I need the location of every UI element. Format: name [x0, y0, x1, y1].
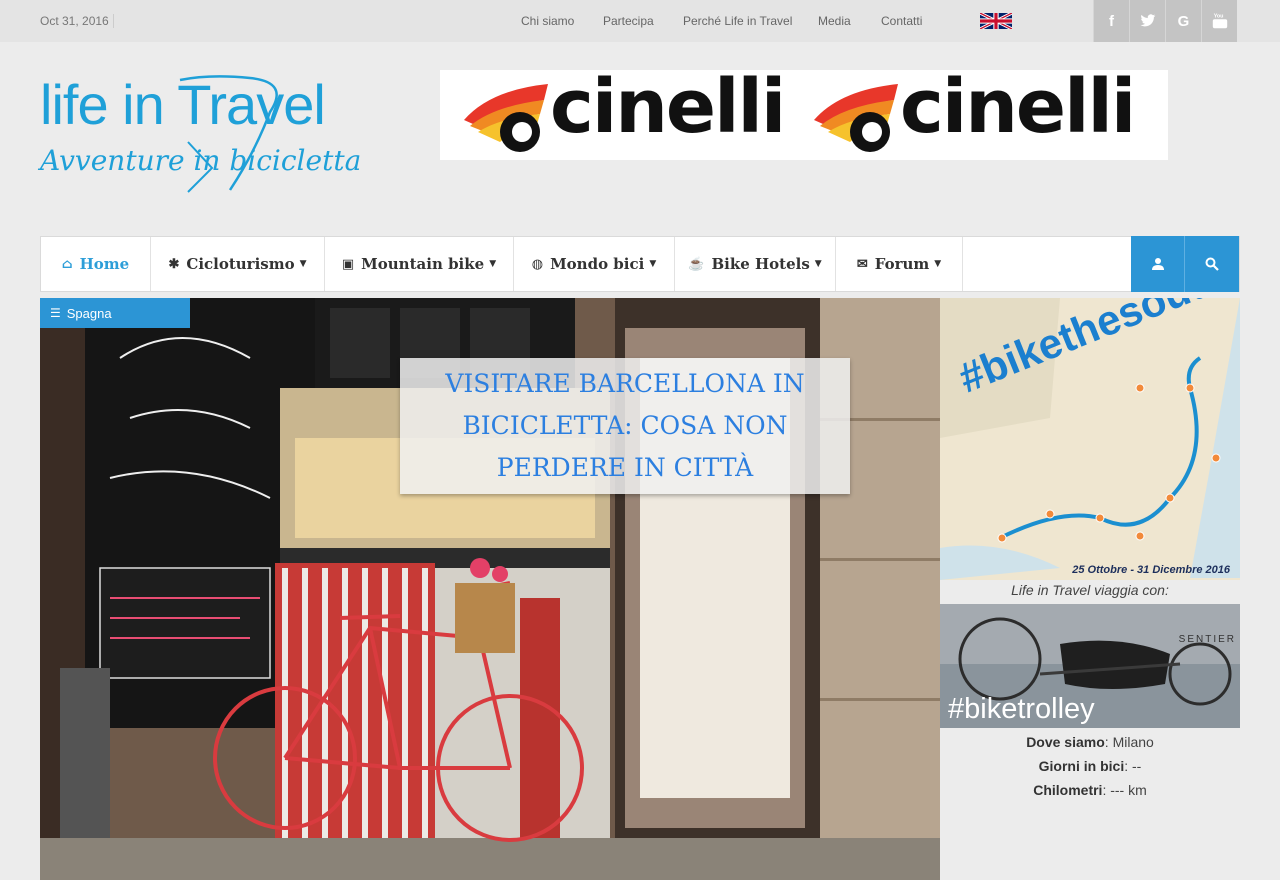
- twitter-icon[interactable]: [1129, 0, 1165, 42]
- user-icon: [1151, 258, 1164, 270]
- nav-label: Mondo bici: [550, 255, 645, 273]
- caret-down-icon: ▼: [299, 259, 307, 269]
- biketrolley-banner[interactable]: SENTIER #biketrolley: [940, 604, 1240, 728]
- cinelli-wing-icon: [814, 84, 898, 152]
- cinelli-logo-1: cinelli: [460, 70, 800, 160]
- nav-item-cicloturismo[interactable]: ✱ Cicloturismo ▼: [151, 237, 325, 291]
- svg-text:You: You: [1213, 13, 1223, 19]
- cinelli-logo-2: cinelli: [810, 70, 1150, 160]
- youtube-icon[interactable]: You: [1201, 0, 1237, 42]
- stat-label: Chilometri: [1033, 782, 1103, 798]
- facebook-icon[interactable]: f: [1093, 0, 1129, 42]
- caret-down-icon: ▼: [814, 259, 822, 269]
- trolley-hashtag: #biketrolley: [948, 693, 1095, 725]
- stat-value: --: [1132, 758, 1142, 774]
- top-link-perche[interactable]: Perché Life in Travel: [683, 14, 792, 28]
- coffee-icon: ☕: [688, 256, 705, 272]
- nav-item-mountain-bike[interactable]: ▣ Mountain bike ▼: [325, 237, 514, 291]
- cinelli-word-1: cinelli: [550, 70, 786, 150]
- nav-label: Home: [79, 255, 130, 273]
- cinelli-banner[interactable]: cinelli cinelli: [440, 70, 1168, 160]
- map-dates: 25 Ottobre - 31 Dicembre 2016: [1072, 564, 1230, 576]
- comments-icon: ✉: [856, 256, 868, 272]
- sidebar: #bikethesouth 25 Ottobre - 31 Dicembre 2…: [940, 298, 1240, 880]
- main-nav: ⌂ Home ✱ Cicloturismo ▼ ▣ Mountain bike …: [40, 236, 1240, 292]
- cinelli-word-2: cinelli: [900, 70, 1136, 150]
- category-badge[interactable]: ☰ Spagna: [40, 298, 190, 328]
- stat-location: Dove siamo: Milano: [1026, 734, 1154, 750]
- home-icon: ⌂: [61, 256, 73, 272]
- globe-icon: ◍: [531, 256, 544, 272]
- category-label: Spagna: [66, 305, 112, 321]
- nav-label: Bike Hotels: [711, 255, 810, 273]
- top-bar: Oct 31, 2016 Chi siamo Partecipa Perché …: [0, 0, 1280, 42]
- trolley-brand: SENTIER: [1178, 634, 1236, 645]
- top-link-media[interactable]: Media: [818, 14, 851, 28]
- hero-title: Visitare Barcellona in bicicletta: cosa …: [445, 369, 805, 482]
- search-icon: [1205, 257, 1219, 271]
- google-icon[interactable]: G: [1165, 0, 1201, 42]
- current-date: Oct 31, 2016: [40, 14, 114, 28]
- caret-down-icon: ▼: [934, 259, 942, 269]
- stat-km: Chilometri: --- km: [1033, 782, 1147, 798]
- cinelli-wing-icon: [464, 84, 548, 152]
- caret-down-icon: ▼: [489, 259, 497, 269]
- nav-item-forum[interactable]: ✉ Forum ▼: [836, 237, 963, 291]
- nav-label: Cicloturismo: [186, 255, 295, 273]
- top-link-contatti[interactable]: Contatti: [881, 14, 922, 28]
- logo-tagline: Avventure in bicicletta: [40, 144, 362, 177]
- stat-value: Milano: [1112, 734, 1154, 750]
- nav-item-home[interactable]: ⌂ Home: [41, 237, 151, 291]
- search-button[interactable]: [1185, 236, 1239, 292]
- uk-flag-icon[interactable]: [980, 13, 1012, 29]
- travel-stats: Dove siamo: Milano Giorni in bici: -- Ch…: [940, 730, 1240, 802]
- top-link-chi-siamo[interactable]: Chi siamo: [521, 14, 574, 28]
- sponsor-caption: Life in Travel viaggia con:: [1011, 582, 1169, 598]
- list-icon: ☰: [50, 306, 61, 320]
- stat-label: Dove siamo: [1026, 734, 1105, 750]
- stat-days: Giorni in bici: --: [1038, 758, 1142, 774]
- top-link-partecipa[interactable]: Partecipa: [603, 14, 654, 28]
- caret-down-icon: ▼: [649, 259, 657, 269]
- stat-label: Giorni in bici: [1038, 758, 1125, 774]
- nav-item-mondo-bici[interactable]: ◍ Mondo bici ▼: [514, 237, 675, 291]
- hero-title-box[interactable]: Visitare Barcellona in bicicletta: cosa …: [400, 358, 850, 494]
- nav-item-bike-hotels[interactable]: ☕ Bike Hotels ▼: [675, 237, 836, 291]
- stat-value: --- km: [1110, 782, 1147, 798]
- social-links: f G You: [1093, 0, 1237, 42]
- nav-label: Mountain bike: [361, 255, 485, 273]
- gear-icon: ✱: [168, 256, 180, 272]
- site-logo[interactable]: life in Travel Avventure in bicicletta: [40, 72, 390, 202]
- user-button[interactable]: [1131, 236, 1185, 292]
- bikethesouth-map[interactable]: #bikethesouth 25 Ottobre - 31 Dicembre 2…: [940, 298, 1240, 580]
- image-icon: ▣: [341, 256, 355, 272]
- logo-title: life in Travel: [40, 73, 326, 136]
- nav-label: Forum: [874, 255, 930, 273]
